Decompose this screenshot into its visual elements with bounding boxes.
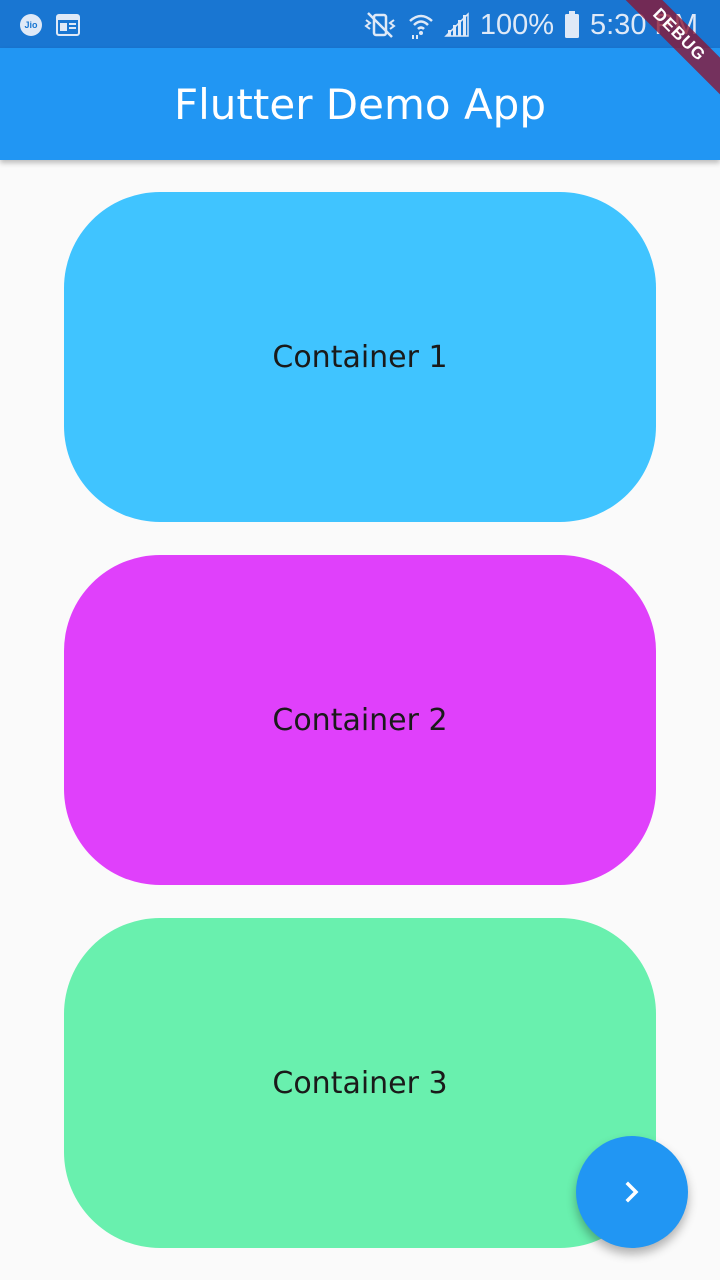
status-bar-left: Jio — [20, 12, 80, 38]
jio-icon: Jio — [20, 14, 42, 36]
app-screen: Jio 100% 5:30 PM DEBUG Flutter Demo App … — [0, 0, 720, 1280]
container-1: Container 1 — [64, 192, 656, 522]
container-3-label: Container 3 — [272, 1065, 448, 1101]
status-bar-right: 100% 5:30 PM — [362, 8, 698, 42]
container-1-label: Container 1 — [272, 339, 448, 375]
app-title: Flutter Demo App — [173, 79, 547, 129]
container-3: Container 3 — [64, 918, 656, 1248]
status-bar: Jio 100% 5:30 PM — [0, 0, 720, 48]
mute-vibrate-icon — [362, 11, 398, 39]
container-2: Container 2 — [64, 555, 656, 885]
container-2-label: Container 2 — [272, 702, 448, 738]
wifi-icon — [408, 11, 434, 39]
app-bar: Flutter Demo App — [0, 48, 720, 160]
news-icon — [56, 14, 80, 36]
battery-percentage: 100% — [479, 8, 554, 41]
chevron-right-icon — [617, 1177, 647, 1207]
battery-icon — [564, 11, 580, 39]
clock: 5:30 PM — [590, 8, 698, 41]
next-fab-button[interactable] — [576, 1136, 688, 1248]
signal-icon — [444, 12, 470, 38]
